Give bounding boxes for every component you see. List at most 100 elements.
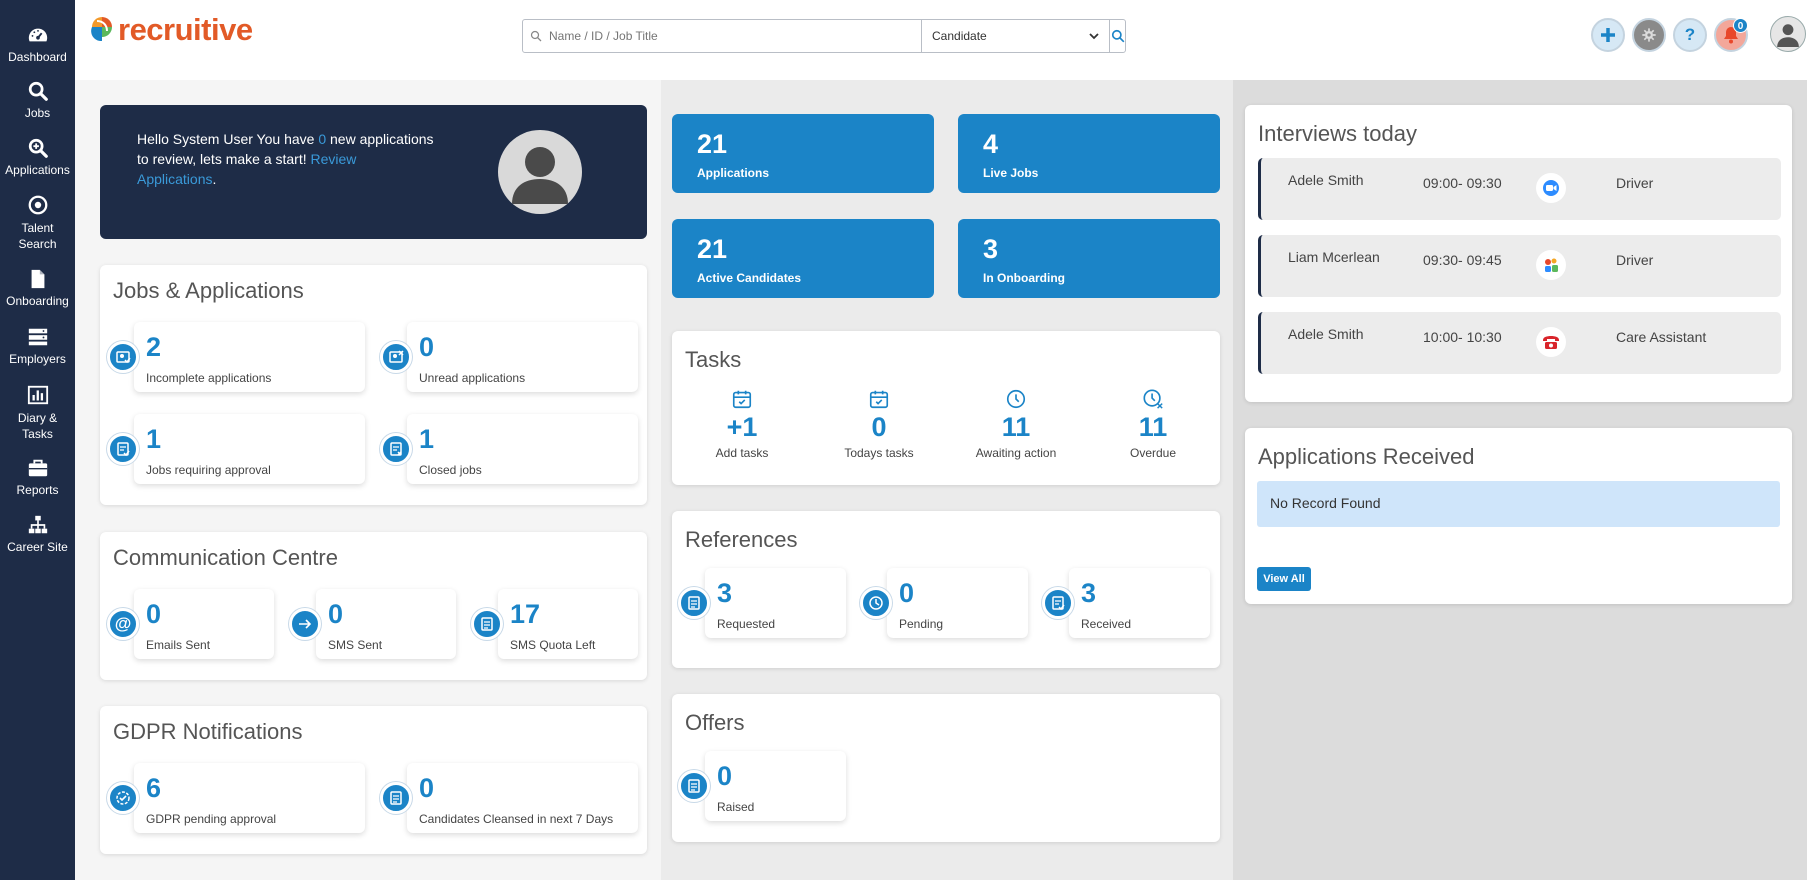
zoom-in-icon: [28, 138, 48, 158]
document-check-icon: [1042, 587, 1074, 619]
empty-state-message: No Record Found: [1257, 481, 1780, 527]
stat-applications[interactable]: 21 Applications: [672, 114, 934, 193]
arrow-right-icon: [289, 608, 321, 640]
card-title: Jobs & Applications: [113, 278, 304, 303]
task-add[interactable]: +1 Add tasks: [677, 388, 807, 460]
logo-mark-icon: [91, 17, 112, 42]
clock-icon: [860, 587, 892, 619]
sidebar-item-label: Reports: [16, 483, 59, 497]
target-icon: [28, 195, 47, 215]
stat-tile[interactable]: 1 Jobs requiring approval: [134, 414, 365, 484]
search-type-select[interactable]: Candidate: [921, 20, 1109, 52]
stat-tile[interactable]: 2 Incomplete applications: [134, 322, 365, 392]
task-awaiting[interactable]: 11 Awaiting action: [951, 388, 1081, 460]
stat-tile[interactable]: 6 GDPR pending approval: [134, 763, 365, 833]
sitemap-icon: [28, 515, 47, 534]
notification-badge: 0: [1733, 18, 1748, 33]
jobs-applications-card: Jobs & Applications 2 Incomplete applica…: [100, 265, 647, 505]
search-type-value: Candidate: [932, 29, 987, 43]
teams-icon: [1536, 250, 1566, 280]
plus-icon: [1601, 28, 1615, 42]
sidebar-item-talent-search[interactable]: Talent Search: [0, 194, 75, 252]
user-silhouette-icon: [512, 147, 568, 204]
card-title: GDPR Notifications: [113, 719, 303, 744]
view-all-button[interactable]: View All: [1257, 567, 1311, 591]
sidebar-item-label: Diary & Tasks: [17, 411, 58, 441]
chevron-down-icon: [1089, 33, 1099, 40]
offers-card: Offers 0 Raised: [672, 694, 1220, 842]
document-icon: [678, 770, 710, 802]
clock-alert-icon: [1143, 389, 1163, 409]
document-check-icon: [107, 433, 139, 465]
add-button[interactable]: [1591, 18, 1625, 52]
document-close-icon: [380, 433, 412, 465]
stat-tile[interactable]: 17 SMS Quota Left: [498, 589, 638, 659]
tasks-card: Tasks +1 Add tasks 0 Todays tasks 11 Awa…: [672, 331, 1220, 485]
phone-icon: [1536, 327, 1566, 357]
sidebar-item-career-site[interactable]: Career Site: [0, 514, 75, 555]
search-input[interactable]: [549, 20, 921, 52]
at-icon: @: [107, 608, 139, 640]
calendar-check-icon: [732, 390, 752, 409]
sidebar: Dashboard Jobs Applications Talent Searc…: [0, 0, 75, 880]
task-today[interactable]: 0 Todays tasks: [814, 388, 944, 460]
stat-live-jobs[interactable]: 4 Live Jobs: [958, 114, 1220, 193]
settings-button[interactable]: [1632, 18, 1666, 52]
stat-in-onboarding[interactable]: 3 In Onboarding: [958, 219, 1220, 298]
search-icon: [28, 81, 48, 101]
document-icon: [31, 269, 44, 289]
sidebar-item-label: Career Site: [7, 540, 68, 554]
search-button[interactable]: [1109, 20, 1125, 52]
stat-active-candidates[interactable]: 21 Active Candidates: [672, 219, 934, 298]
briefcase-icon: [28, 459, 47, 477]
sidebar-item-label: Onboarding: [6, 294, 69, 308]
stat-tile[interactable]: 0 Emails Sent: [134, 589, 274, 659]
zoom-icon: [1536, 173, 1566, 203]
sidebar-item-label: Applications: [5, 163, 70, 177]
stat-tile[interactable]: 0 Candidates Cleansed in next 7 Days: [407, 763, 638, 833]
stat-tile[interactable]: 0 Unread applications: [407, 322, 638, 392]
sidebar-item-label: Employers: [9, 352, 66, 366]
document-icon: [678, 587, 710, 619]
badge-check-icon: [107, 782, 139, 814]
search-icon: [530, 30, 542, 42]
sidebar-item-diary-tasks[interactable]: Diary & Tasks: [0, 384, 75, 442]
interview-row[interactable]: Adele Smith 10:00- 10:30 Care Assistant: [1258, 312, 1781, 374]
recruitive-logo[interactable]: recruitive: [88, 12, 253, 48]
sidebar-item-jobs[interactable]: Jobs: [0, 80, 75, 121]
card-title: Interviews today: [1258, 121, 1417, 146]
card-title: Tasks: [685, 347, 742, 372]
help-button[interactable]: ?: [1673, 18, 1707, 52]
sidebar-item-applications[interactable]: Applications: [0, 137, 75, 178]
sidebar-item-reports[interactable]: Reports: [0, 457, 75, 498]
search-icon: [1111, 29, 1124, 43]
welcome-banner: Hello System User You have 0 new applica…: [100, 105, 647, 239]
stat-tile[interactable]: 3 Requested: [705, 568, 846, 638]
stat-tile[interactable]: 3 Received: [1069, 568, 1210, 638]
avatar: [498, 130, 582, 214]
document-icon: [380, 782, 412, 814]
interview-row[interactable]: Liam Mcerlean 09:30- 09:45 Driver: [1258, 235, 1781, 297]
sidebar-item-employers[interactable]: Employers: [0, 326, 75, 367]
interview-row[interactable]: Adele Smith 09:00- 09:30 Driver: [1258, 158, 1781, 220]
sidebar-item-onboarding[interactable]: Onboarding: [0, 268, 75, 309]
server-icon: [28, 328, 47, 346]
question-icon: ?: [1684, 25, 1696, 44]
task-overdue[interactable]: 11 Overdue: [1088, 388, 1218, 460]
gear-icon: [1642, 28, 1656, 42]
sidebar-item-dashboard[interactable]: Dashboard: [0, 24, 75, 65]
communication-centre-card: Communication Centre 0 Emails Sent 0 SMS…: [100, 532, 647, 680]
stat-tile[interactable]: 0 Pending: [887, 568, 1028, 638]
bar-chart-icon: [27, 385, 48, 405]
calendar-check-icon: [869, 390, 889, 409]
user-avatar[interactable]: [1770, 16, 1806, 52]
logo-text: recruitive: [118, 12, 253, 47]
card-title: Communication Centre: [113, 545, 338, 570]
stat-tile[interactable]: 1 Closed jobs: [407, 414, 638, 484]
stat-tile[interactable]: 0 SMS Sent: [316, 589, 456, 659]
sidebar-item-label: Dashboard: [8, 50, 67, 64]
user-remove-icon: [380, 341, 412, 373]
applications-received-card: Applications Received No Record Found Vi…: [1245, 428, 1792, 604]
stat-tile[interactable]: 0 Raised: [705, 751, 846, 821]
notifications-button[interactable]: 0: [1714, 18, 1748, 52]
